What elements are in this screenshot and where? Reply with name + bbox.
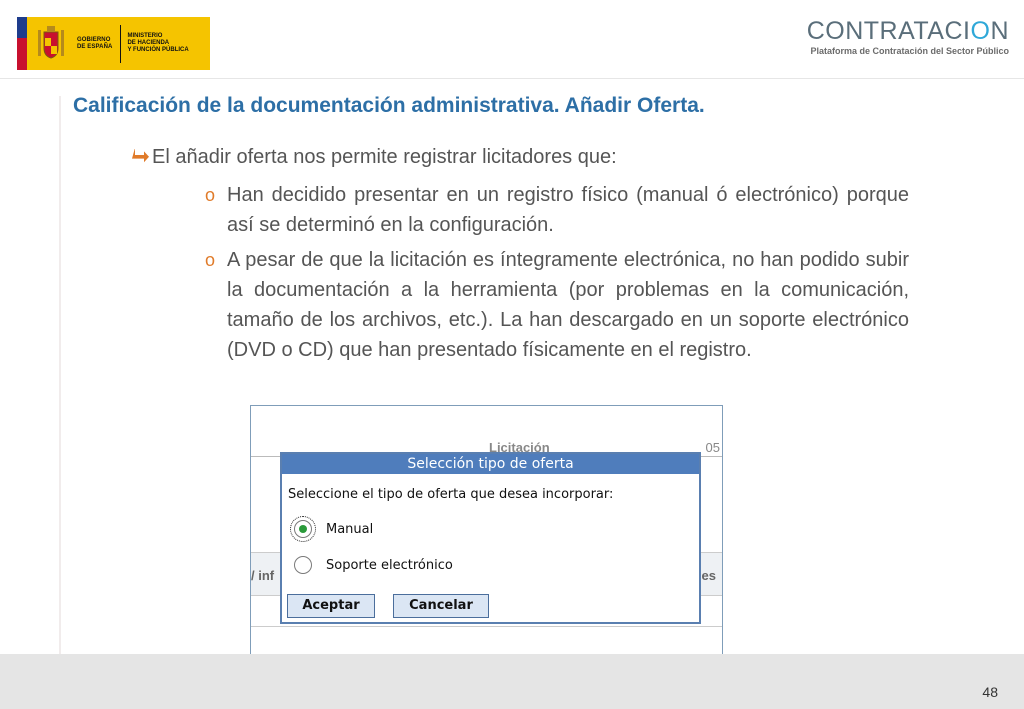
- main-bullet-text: El añadir oferta nos permite registrar l…: [152, 146, 617, 168]
- curved-arrow-bullet-icon: [132, 147, 150, 167]
- background-number-fragment: 05: [705, 440, 720, 455]
- option-electronic-media-label[interactable]: Soporte electrónico: [326, 558, 453, 573]
- list-item: o A pesar de que la licitación es íntegr…: [205, 245, 909, 365]
- contratacion-logo: CONTRATACION Plataforma de Contratación …: [799, 17, 1009, 56]
- radio-manual[interactable]: [290, 516, 316, 542]
- background-left-fragment: / inf: [251, 568, 275, 583]
- dialog-prompt: Seleccione el tipo de oferta que desea i…: [288, 487, 614, 502]
- sub-bullet-text: Han decidido presentar en un registro fí…: [227, 184, 909, 236]
- power-icon: O: [970, 17, 991, 45]
- left-margin-line: [59, 96, 61, 656]
- list-item: o Han decidido presentar en un registro …: [205, 180, 909, 240]
- radio-electronic-media[interactable]: [294, 556, 312, 574]
- option-electronic-media[interactable]: Soporte electrónico: [294, 556, 453, 574]
- coat-of-arms-icon: [35, 24, 67, 64]
- gobierno-text: GOBIERNO DE ESPAÑA: [77, 36, 113, 50]
- circle-bullet-marker: o: [205, 185, 216, 205]
- background-right-fragment: es: [701, 568, 716, 583]
- slide-title: Calificación de la documentación adminis…: [73, 94, 705, 117]
- sub-bullet-list: o Han decidido presentar en un registro …: [205, 180, 909, 370]
- main-bullet: El añadir oferta nos permite registrar l…: [132, 146, 617, 169]
- header-divider: [0, 78, 1024, 79]
- embedded-screenshot: Licitación 05 / inf es Selección tipo de…: [250, 405, 723, 677]
- flag-stripe: [17, 17, 27, 70]
- dialog-title: Selección tipo de oferta: [282, 454, 699, 474]
- footer-band: [0, 654, 1024, 709]
- option-manual[interactable]: Manual: [290, 516, 373, 542]
- logo-divider: [120, 24, 122, 63]
- page-number: 48: [982, 684, 998, 700]
- circle-bullet-marker: o: [205, 250, 216, 270]
- contratacion-wordmark: CONTRATACION: [806, 17, 1009, 45]
- sub-bullet-text: A pesar de que la licitación es íntegram…: [227, 249, 909, 361]
- gobierno-logo: GOBIERNO DE ESPAÑA MINISTERIO DE HACIEND…: [17, 17, 210, 70]
- accept-button[interactable]: Aceptar: [287, 594, 375, 618]
- ministerio-text: MINISTERIO DE HACIENDA Y FUNCIÓN PÚBLICA: [127, 33, 189, 53]
- option-manual-label[interactable]: Manual: [326, 522, 373, 537]
- contratacion-subtitle: Plataforma de Contratación del Sector Pú…: [810, 46, 1009, 56]
- cancel-button[interactable]: Cancelar: [393, 594, 489, 618]
- offer-type-dialog: Selección tipo de oferta Seleccione el t…: [280, 452, 701, 624]
- background-row: [251, 626, 722, 627]
